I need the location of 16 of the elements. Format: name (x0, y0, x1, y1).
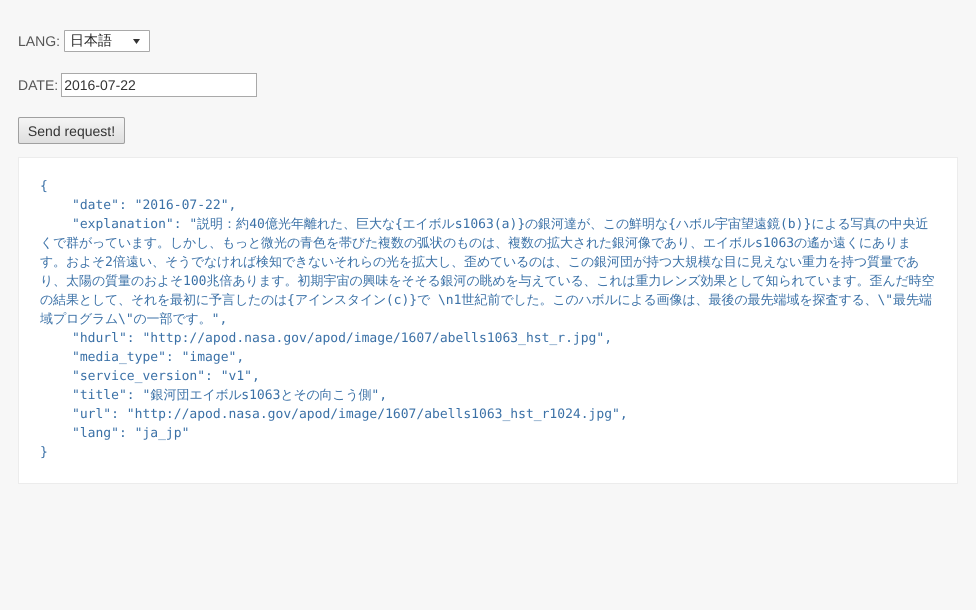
json-line: "service_version": "v1", (71, 368, 261, 386)
json-line: "media_type": "image", (71, 349, 246, 367)
json-line: "explanation": "説明：約40億光年離れた、巨大な{エイボルs1063(a)}の銀河達が、この鮮明な{ハボル宇宙望遠鏡(b)}による写真の中央近くで群がっています。しかし、もっと微光の青色を帯びた複数の弧状のものは、複数の拡大された銀河像であり、エイボルs1063の遙か遠くにあります。およそ2倍遠い、そうでなければ検知できないそれらの光を拡大し、歪めているのは、この銀河団が持つ大規模な目に見えない重力を持つ質量であり、太陽の質量のおよそ100兆倍あります。初期宇宙の興味をそそる銀河の眺めを与えている、これは重力レンズ効果として知られています。歪んだ時空の結果として、それを最初に予言したのは{アインスタイン(c)}で \n1世紀前でした。このハボルによる画像は、最後の最先端域を探査する、\"最先端域プログラム\"の一部です。", (40, 216, 935, 329)
json-line: "hdurl": "http://apod.nasa.gov/apod/image/1607/abells1063_hst_r.jpg", (71, 330, 614, 348)
json-brace: } (40, 444, 49, 462)
lang-label: LANG: (18, 33, 60, 49)
caret-icon (133, 38, 140, 44)
json-brace: { (40, 178, 49, 196)
json-line: "title": "銀河団エイボルs1063とその向こう側", (71, 387, 388, 405)
send-request-button[interactable]: Send request! (18, 117, 125, 144)
date-label: DATE: (18, 77, 58, 93)
json-line: "url": "http://apod.nasa.gov/apod/image/1607/abells1063_hst_r1024.jpg", (71, 406, 629, 424)
language-select[interactable]: 日本語 (64, 30, 150, 52)
json-line: "date": "2016-07-22", (71, 197, 238, 215)
date-field[interactable]: 2016-07-22 (61, 73, 258, 97)
json-line: "lang": "ja_jp" (71, 425, 190, 443)
